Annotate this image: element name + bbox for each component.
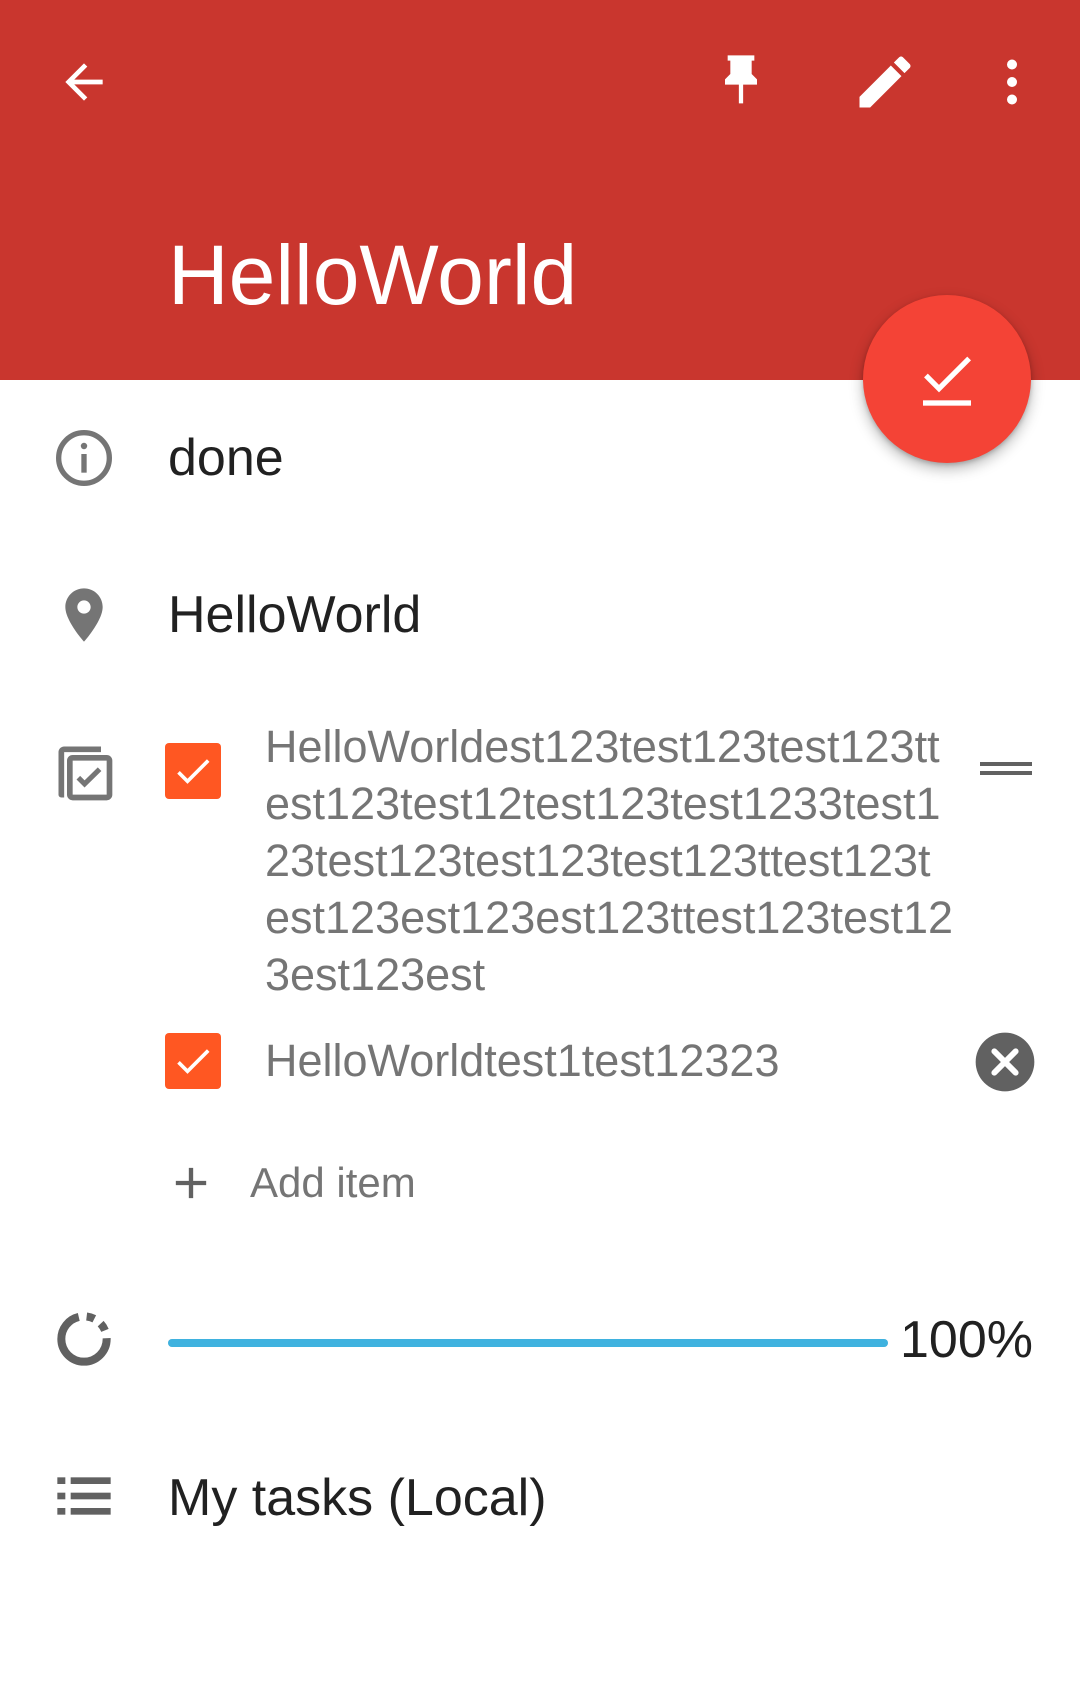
add-item-button[interactable]: Add item <box>165 1148 416 1218</box>
status-row-icon <box>42 416 126 500</box>
more-vert-icon <box>1007 59 1017 105</box>
list-icon <box>57 1477 111 1515</box>
checklist-item-2-delete-button[interactable] <box>973 1030 1037 1094</box>
location-row-icon <box>42 573 126 657</box>
checklist-item-1-text[interactable]: HelloWorldest123test123test123ttest123te… <box>265 718 955 1003</box>
location-value[interactable]: HelloWorld <box>168 585 421 645</box>
progress-circle-icon <box>57 1312 111 1366</box>
progress-row-icon <box>42 1297 126 1381</box>
checklist-row-icon <box>42 730 126 814</box>
list-row-icon <box>42 1454 126 1538</box>
checklist-icon <box>58 746 113 801</box>
pin-button[interactable] <box>699 40 783 124</box>
status-value[interactable]: done <box>168 428 284 488</box>
check-done-icon <box>923 356 971 406</box>
task-list-name[interactable]: My tasks (Local) <box>168 1468 547 1528</box>
edit-button[interactable] <box>843 40 927 124</box>
back-button[interactable] <box>42 40 126 124</box>
location-pin-icon <box>65 588 103 642</box>
drag-handle-icon <box>980 762 1032 775</box>
mark-done-fab[interactable] <box>863 295 1031 463</box>
page-title: HelloWorld <box>168 228 578 322</box>
progress-bar[interactable] <box>168 1339 888 1347</box>
add-item-label: Add item <box>250 1159 416 1206</box>
progress-bar-fill <box>168 1339 888 1347</box>
checkmark-icon <box>177 1049 210 1074</box>
pin-icon <box>725 55 757 104</box>
clear-circle-icon <box>975 1032 1035 1092</box>
checklist-item-1-drag-handle[interactable] <box>978 748 1034 788</box>
pencil-icon <box>859 56 911 108</box>
checkmark-icon <box>177 759 210 784</box>
arrow-back-icon <box>65 63 103 101</box>
more-options-button[interactable] <box>970 40 1054 124</box>
checklist-item-2-text[interactable]: HelloWorldtest1test12323 <box>265 1032 955 1089</box>
progress-percent: 100% <box>900 1311 1033 1369</box>
info-icon <box>56 430 112 486</box>
plus-icon <box>175 1167 207 1199</box>
checklist-item-2-checkbox[interactable] <box>165 1033 221 1089</box>
checklist-item-1-checkbox[interactable] <box>165 743 221 799</box>
